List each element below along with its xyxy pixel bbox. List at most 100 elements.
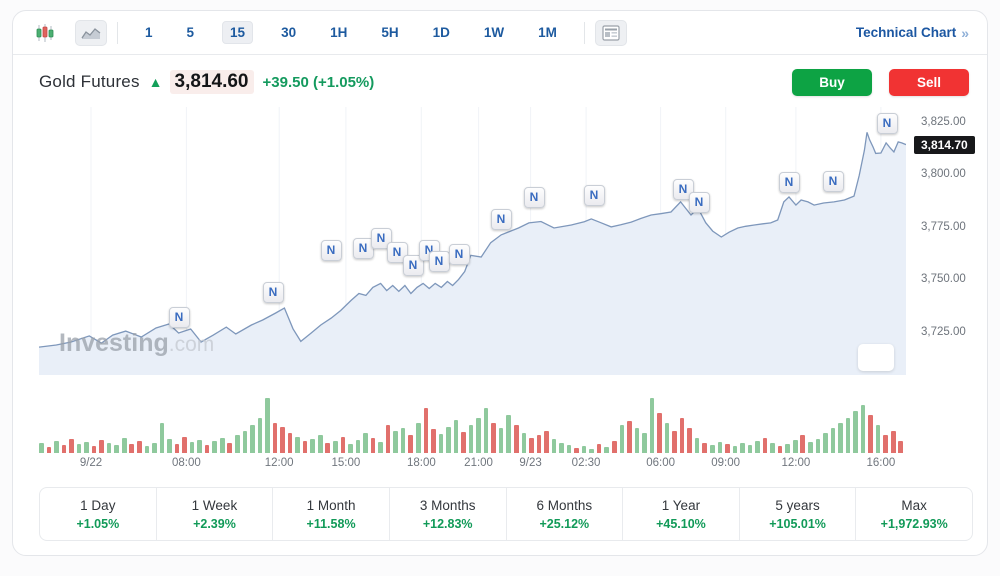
volume-bar (92, 446, 97, 453)
volume-bar (107, 443, 112, 453)
volume-bar (318, 435, 323, 453)
x-axis-label: 18:00 (407, 457, 436, 469)
volume-bar (793, 440, 798, 453)
perf-label: 5 years (775, 498, 819, 513)
volume-bar (484, 408, 489, 453)
volume-bar (589, 449, 594, 453)
news-marker[interactable]: N (263, 282, 284, 303)
y-axis-label: 3,825.00 (921, 116, 966, 128)
volume-bar (559, 443, 564, 453)
chart-widget-card: 1515301H5H1D1W1M Technical Chart » Gold … (12, 10, 988, 556)
area-chart-icon[interactable] (75, 20, 107, 46)
news-panel-icon[interactable] (595, 20, 627, 46)
timeframe-15[interactable]: 15 (222, 21, 253, 44)
timeframe-30[interactable]: 30 (275, 22, 302, 43)
x-axis-label: 12:00 (265, 457, 294, 469)
volume-bar (831, 428, 836, 453)
volume-bar (785, 444, 790, 453)
timeframe-1[interactable]: 1 (139, 22, 159, 43)
volume-bar (416, 423, 421, 453)
volume-bar (220, 438, 225, 453)
x-axis-label: 02:30 (572, 457, 601, 469)
news-marker[interactable]: N (524, 187, 545, 208)
x-axis-label: 9/22 (80, 457, 102, 469)
perf-value: +12.83% (423, 517, 473, 531)
volume-bar (356, 440, 361, 453)
performance-stats-row: 1 Day+1.05%1 Week+2.39%1 Month+11.58%3 M… (39, 487, 973, 541)
volume-bar (861, 405, 866, 453)
news-marker[interactable]: N (877, 113, 898, 134)
volume-bar (145, 446, 150, 453)
perf-label: 3 Months (420, 498, 476, 513)
perf-label: 1 Week (192, 498, 238, 513)
volume-bar (190, 442, 195, 453)
news-marker[interactable]: N (449, 244, 470, 265)
perf-value: +105.01% (769, 517, 826, 531)
timeframe-5h[interactable]: 5H (375, 22, 404, 43)
volume-pane[interactable] (39, 393, 906, 453)
perf-cell-5-years: 5 years +105.01% (740, 488, 857, 540)
news-marker[interactable]: N (689, 192, 710, 213)
volume-bar (371, 438, 376, 453)
news-marker[interactable]: N (779, 172, 800, 193)
news-marker[interactable]: N (823, 171, 844, 192)
perf-label: 1 Day (80, 498, 115, 513)
volume-bar (604, 447, 609, 453)
perf-cell-max: Max+1,972.93% (856, 488, 972, 540)
up-arrow-icon: ▲ (149, 74, 163, 90)
price-pane[interactable]: Investing.com NNNNNNNNNNNNNNNNNN (39, 107, 906, 375)
y-axis-label: 3,775.00 (921, 221, 966, 233)
news-marker[interactable]: N (584, 185, 605, 206)
volume-bar (295, 437, 300, 453)
perf-label: 1 Year (662, 498, 700, 513)
timeframe-1d[interactable]: 1D (427, 22, 456, 43)
volume-bar (635, 428, 640, 453)
technical-chart-link[interactable]: Technical Chart » (856, 25, 969, 41)
volume-bar (514, 425, 519, 453)
x-axis-label: 09:00 (711, 457, 740, 469)
volume-bar (386, 425, 391, 453)
volume-bar (77, 444, 82, 453)
volume-bar (341, 437, 346, 453)
volume-bar (612, 441, 617, 453)
perf-value: +25.12% (539, 517, 589, 531)
volume-bar (733, 446, 738, 453)
volume-bar (868, 415, 873, 453)
volume-bar (84, 442, 89, 453)
candlestick-chart-icon[interactable] (29, 20, 61, 46)
volume-bar (491, 423, 496, 453)
volume-bar (582, 446, 587, 453)
perf-value: +2.39% (193, 517, 236, 531)
volume-bar (250, 425, 255, 453)
news-marker[interactable]: N (491, 209, 512, 230)
timeframe-1h[interactable]: 1H (324, 22, 353, 43)
volume-bar (461, 432, 466, 453)
x-axis-label: 21:00 (464, 457, 493, 469)
timeframe-1w[interactable]: 1W (478, 22, 510, 43)
chart-control-box[interactable] (858, 344, 894, 371)
volume-bar (114, 445, 119, 453)
y-axis-label: 3,800.00 (921, 168, 966, 180)
volume-bar (529, 438, 534, 453)
price-change: +39.50 (+1.05%) (263, 74, 375, 91)
news-marker[interactable]: N (321, 240, 342, 261)
volume-bar (891, 431, 896, 453)
news-marker[interactable]: N (169, 307, 190, 328)
volume-bar (763, 438, 768, 453)
volume-bar (823, 433, 828, 453)
perf-cell-1-day: 1 Day+1.05% (40, 488, 157, 540)
timeframe-5[interactable]: 5 (181, 22, 201, 43)
volume-bar (47, 447, 52, 453)
perf-value: +1,972.93% (881, 517, 948, 531)
volume-bar (650, 398, 655, 453)
news-marker[interactable]: N (429, 251, 450, 272)
toolbar-divider (117, 22, 118, 44)
volume-bar (160, 423, 165, 453)
volume-bar (265, 398, 270, 453)
sell-button[interactable]: Sell (889, 69, 969, 96)
y-axis-label: 3,725.00 (921, 326, 966, 338)
timeframe-1m[interactable]: 1M (532, 22, 563, 43)
buy-button[interactable]: Buy (792, 69, 872, 96)
volume-bar (620, 425, 625, 453)
technical-chart-label: Technical Chart (856, 25, 956, 40)
